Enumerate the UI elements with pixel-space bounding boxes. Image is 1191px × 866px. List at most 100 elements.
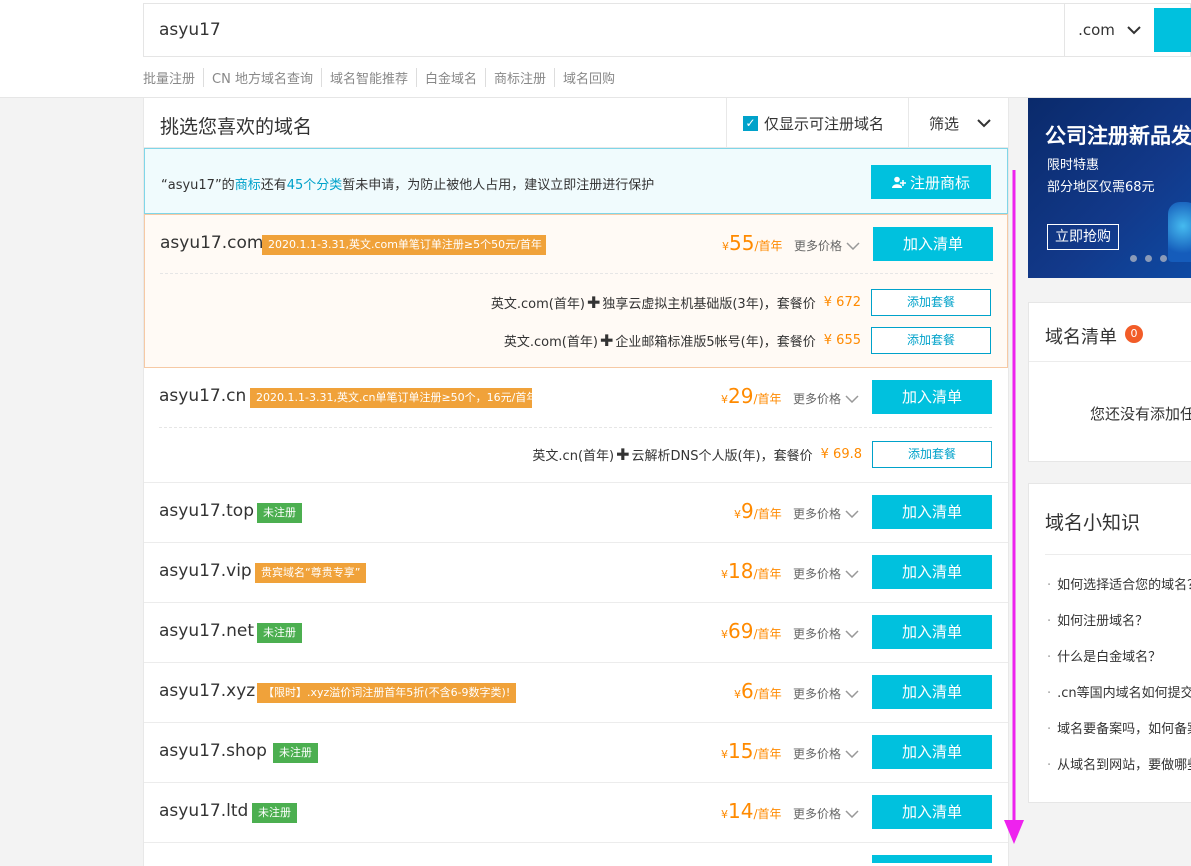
add-to-list-button[interactable]: 加入清单 bbox=[872, 380, 992, 414]
page-title: 挑选您喜欢的域名 bbox=[160, 116, 313, 138]
tip-link[interactable]: 如何注册域名？ bbox=[1047, 610, 1191, 646]
carousel-dot[interactable] bbox=[1145, 255, 1152, 262]
filter-dropdown[interactable]: 筛选 bbox=[908, 98, 1008, 148]
price: ¥15/首年 bbox=[721, 739, 782, 763]
domain-name: asyu17.top bbox=[159, 501, 255, 521]
add-to-list-button[interactable]: 加入清单 bbox=[872, 555, 992, 589]
quick-link-batch[interactable]: 批量注册 bbox=[143, 68, 203, 87]
domain-name: asyu17.cn bbox=[159, 386, 247, 406]
promo-tag: 2020.1.1-3.31,英文.com单笔订单注册≥5个50元/首年 bbox=[262, 235, 546, 255]
quick-link-buyback[interactable]: 域名回购 bbox=[554, 68, 623, 87]
price: ¥29/首年 bbox=[721, 384, 782, 408]
register-trademark-label: 注册商标 bbox=[909, 173, 970, 192]
scroll-down-arrow-icon bbox=[1004, 170, 1024, 844]
domain-name: asyu17.ltd bbox=[159, 801, 249, 821]
carousel-dot[interactable] bbox=[1130, 255, 1137, 262]
register-trademark-button[interactable]: 注册商标 bbox=[871, 165, 991, 199]
more-prices-link[interactable]: 更多价格 bbox=[793, 805, 859, 822]
cart-title: 域名清单 bbox=[1045, 327, 1117, 348]
tip-link[interactable]: 什么是白金域名？ bbox=[1047, 646, 1191, 682]
add-package-button[interactable]: 添加套餐 bbox=[872, 441, 992, 468]
divider bbox=[159, 427, 992, 428]
chevron-down-icon bbox=[845, 809, 859, 818]
add-to-list-button[interactable]: 加入清单 bbox=[872, 795, 992, 829]
results-toolbar: 挑选您喜欢的域名 ✓ 仅显示可注册域名 筛选 bbox=[144, 98, 1008, 148]
domain-cart: 域名清单 0 您还没有添加任何域名 bbox=[1028, 302, 1191, 462]
only-available-label: 仅显示可注册域名 bbox=[764, 114, 885, 133]
tips-list: 如何选择适合您的域名？ 如何注册域名？ 什么是白金域名？ .cn等国内域名如何提… bbox=[1047, 574, 1191, 790]
package-offer: 英文.com(首年) ✚ 企业邮箱标准版5帐号(年)，套餐价 ¥ 655 添加套餐 bbox=[504, 327, 991, 354]
trademark-prefix: “asyu17”的 bbox=[161, 178, 235, 193]
tld-select-value: .com bbox=[1078, 21, 1115, 39]
filter-label: 筛选 bbox=[929, 114, 960, 133]
package-offer: 英文.com(首年) ✚ 独享云虚拟主机基础版(3年)，套餐价 ¥ 672 添加套餐 bbox=[491, 289, 991, 316]
more-prices-link[interactable]: 更多价格 bbox=[793, 745, 859, 762]
search-input[interactable] bbox=[144, 4, 1064, 56]
price: ¥9/首年 bbox=[734, 499, 782, 523]
quick-link-smart[interactable]: 域名智能推荐 bbox=[320, 68, 416, 87]
add-to-list-button[interactable]: 加入清单 bbox=[873, 227, 993, 261]
add-package-button[interactable]: 添加套餐 bbox=[871, 289, 991, 316]
chevron-down-icon bbox=[846, 241, 860, 250]
domain-name: asyu17.shop bbox=[159, 741, 267, 761]
domain-name: asyu17.net bbox=[159, 621, 255, 641]
tip-link[interactable]: 如何选择适合您的域名？ bbox=[1047, 574, 1191, 610]
chevron-down-icon bbox=[845, 509, 859, 518]
header: .com 批量注册 CN 地方域名查询 域名智能推荐 白金域名 商标注册 域名回… bbox=[0, 0, 1191, 98]
chevron-down-icon bbox=[845, 394, 859, 403]
domain-row-net: asyu17.net 未注册 ¥69/首年 更多价格 加入清单 bbox=[144, 603, 1008, 663]
tld-select[interactable]: .com bbox=[1064, 4, 1154, 56]
add-package-button[interactable]: 添加套餐 bbox=[871, 327, 991, 354]
more-prices-link[interactable]: 更多价格 bbox=[793, 505, 859, 522]
promo-ad-banner[interactable]: 公司注册新品发布 限时特惠 部分地区仅需68元 立即抢购 bbox=[1028, 98, 1191, 278]
search-button[interactable] bbox=[1154, 8, 1191, 52]
quick-link-cn-local[interactable]: CN 地方域名查询 bbox=[203, 68, 321, 87]
domain-name: asyu17.vip bbox=[159, 561, 252, 581]
carousel-dot[interactable] bbox=[1160, 255, 1167, 262]
add-to-list-button[interactable]: 加入清单 bbox=[872, 735, 992, 769]
ad-line: 限时特惠 bbox=[1047, 158, 1100, 173]
more-prices-link[interactable]: 更多价格 bbox=[793, 565, 859, 582]
trademark-mid: 还有 bbox=[260, 178, 287, 193]
add-to-list-button[interactable]: 加入清单 bbox=[872, 495, 992, 529]
tip-link[interactable]: 域名要备案吗，如何备案？ bbox=[1047, 718, 1191, 754]
ad-buy-button[interactable]: 立即抢购 bbox=[1047, 224, 1119, 250]
add-to-list-button[interactable]: 加入清单 bbox=[872, 615, 992, 649]
status-badge: 未注册 bbox=[257, 623, 302, 643]
chevron-down-icon bbox=[977, 118, 991, 127]
tip-link[interactable]: 从域名到网站，要做哪些准备？ bbox=[1047, 754, 1191, 790]
plus-icon: ✚ bbox=[599, 331, 614, 350]
ad-line: 部分地区仅需68元 bbox=[1047, 180, 1155, 195]
promo-tag: 贵宾域名“尊贵专享” bbox=[255, 563, 367, 583]
more-prices-link[interactable]: 更多价格 bbox=[793, 625, 859, 642]
promo-tag: 【限时】.xyz溢价词注册首年5折(不含6-9数字类)! bbox=[257, 683, 517, 703]
package-offer: 英文.cn(首年) ✚ 云解析DNS个人版(年)，套餐价 ¥ 69.8 添加套餐 bbox=[532, 441, 992, 468]
chevron-down-icon bbox=[845, 569, 859, 578]
quick-link-trademark[interactable]: 商标注册 bbox=[484, 68, 554, 87]
add-to-list-button[interactable] bbox=[872, 855, 992, 863]
trademark-suffix: 暂未申请，为防止被他人占用，建议立即注册进行保护 bbox=[342, 178, 655, 193]
cart-count-badge: 0 bbox=[1125, 325, 1143, 343]
quick-links: 批量注册 CN 地方域名查询 域名智能推荐 白金域名 商标注册 域名回购 bbox=[143, 68, 623, 87]
search-box: .com bbox=[143, 3, 1191, 57]
domain-row-partial bbox=[144, 843, 1008, 866]
status-badge: 未注册 bbox=[252, 803, 297, 823]
plus-icon: ✚ bbox=[616, 445, 630, 464]
trademark-classes-link[interactable]: 45个分类 bbox=[287, 178, 343, 193]
quick-link-platinum[interactable]: 白金域名 bbox=[415, 68, 485, 87]
tip-link[interactable]: .cn等国内域名如何提交实名认证？ bbox=[1047, 682, 1191, 718]
status-badge: 未注册 bbox=[257, 503, 302, 523]
more-prices-link[interactable]: 更多价格 bbox=[794, 237, 860, 254]
trademark-link[interactable]: 商标 bbox=[235, 178, 261, 193]
price: ¥6/首年 bbox=[734, 679, 782, 703]
only-available-checkbox[interactable]: ✓ 仅显示可注册域名 bbox=[726, 98, 908, 148]
domain-name: asyu17.com bbox=[160, 233, 264, 253]
add-to-list-button[interactable]: 加入清单 bbox=[872, 675, 992, 709]
trademark-banner: “asyu17”的商标还有45个分类暂未申请，为防止被他人占用，建议立即注册进行… bbox=[144, 148, 1008, 214]
more-prices-link[interactable]: 更多价格 bbox=[793, 685, 859, 702]
cart-empty-message: 您还没有添加任何域名 bbox=[1090, 405, 1191, 423]
chevron-down-icon bbox=[845, 629, 859, 638]
price: ¥18/首年 bbox=[721, 559, 782, 583]
more-prices-link[interactable]: 更多价格 bbox=[793, 390, 859, 407]
ad-illustration bbox=[1168, 202, 1191, 262]
